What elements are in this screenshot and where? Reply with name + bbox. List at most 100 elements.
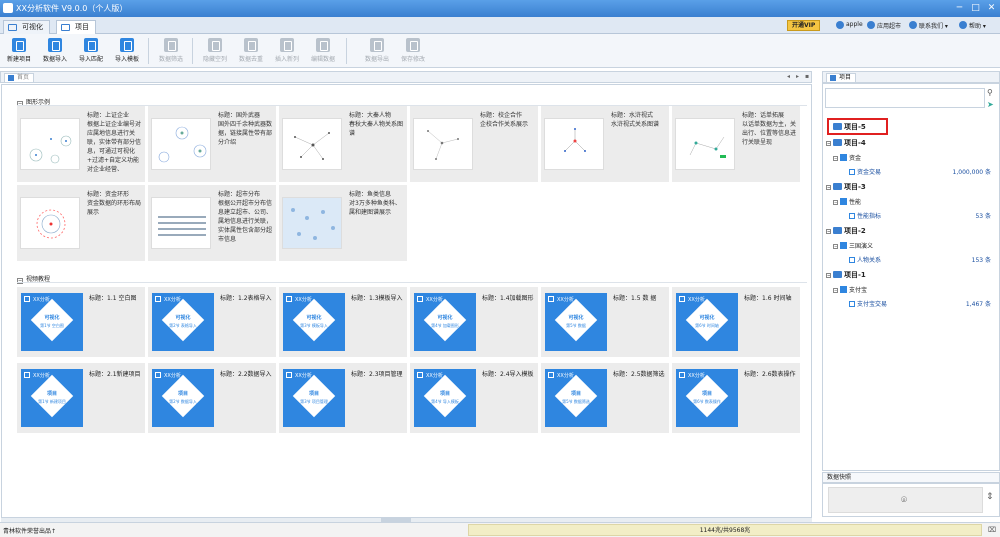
record-count: 1,467 条 <box>965 301 991 308</box>
video-card-1-6[interactable]: XX分析 可视化 第6节 时间轴 标题：1.6 时间轴 <box>672 287 800 357</box>
video-card-1-3[interactable]: XX分析 可视化 第3节 模板导入 标题：1.3模板导入 <box>279 287 407 357</box>
tab-visualization[interactable]: 可视化 <box>3 20 50 34</box>
project-panel-header: 项目 <box>822 71 1000 83</box>
user-link[interactable]: apple <box>836 21 863 29</box>
graph-thumbnail <box>20 197 80 249</box>
video-card-1-5[interactable]: XX分析 可视化 第5节 数据 标题：1.5 数 据 <box>541 287 669 357</box>
app-market-link[interactable]: 应用超市 <box>867 21 901 30</box>
graph-card-qin[interactable]: 标题：大秦人物 春秋大秦人物关系图谱 <box>279 106 407 182</box>
new-project-icon <box>12 38 26 52</box>
tree-table-fund-transactions[interactable]: 资金交易 <box>849 167 881 176</box>
edit-data-icon <box>316 38 330 52</box>
video-card-2-2[interactable]: XX分析 项目 第2节 数据导入 标题：2.2数据导入 <box>148 363 276 433</box>
video-card-2-3[interactable]: XX分析 项目 第3节 项目管理 标题：2.3项目管理 <box>279 363 407 433</box>
graph-card-fund-ring[interactable]: 标题：资金环形 资金数据的环形布局展示 <box>17 185 145 261</box>
scroll-left-button[interactable]: ◂ <box>787 73 790 80</box>
export-button[interactable]: 数据导出 <box>360 36 394 63</box>
tab-home[interactable]: 首页 <box>4 73 35 83</box>
hide-empty-columns-button[interactable]: 隐藏空列 <box>198 36 232 63</box>
graph-card-weapons[interactable]: 标题：国外武器 国外四千余种武器数据，链接属性带有部分介绍 <box>148 106 276 182</box>
collapse-icon[interactable]: − <box>833 200 838 205</box>
tree-project-1[interactable]: − 项目-1 <box>826 270 866 280</box>
tab-project-panel[interactable]: 项目 <box>826 73 857 83</box>
project-search-input[interactable] <box>825 88 985 108</box>
insert-column-button[interactable]: 插入新列 <box>270 36 304 63</box>
tree-folder-three-kingdoms[interactable]: − 三国演义 <box>833 241 873 250</box>
contact-link[interactable]: 联系我们 ▾ <box>909 21 948 30</box>
video-title: 标题：1.1 空白图 <box>89 295 137 302</box>
minimize-button[interactable]: ─ <box>952 1 967 15</box>
tree-folder-performance[interactable]: − 性能 <box>833 197 861 206</box>
scroll-right-button[interactable]: ▸ <box>796 73 799 80</box>
video-card-2-4[interactable]: XX分析 项目 第4节 导入模板 标题：2.4导入模板 <box>410 363 538 433</box>
collapse-icon[interactable]: − <box>826 185 831 190</box>
graph-card-water-margin[interactable]: 标题：水浒视式 水浒视式关系图谱 <box>541 106 669 182</box>
table-label: 支付宝交易 <box>857 301 888 308</box>
video-card-1-2[interactable]: XX分析 可视化 第2节 表格导入 标题：1.2表格导入 <box>148 287 276 357</box>
logo-icon <box>286 296 292 302</box>
tree-table-alipay-transactions[interactable]: 支付宝交易 <box>849 299 887 308</box>
save-button[interactable]: 保存修改 <box>396 36 430 63</box>
import-match-button[interactable]: 导入匹配 <box>74 36 108 63</box>
graph-card-fish[interactable]: 标题：鱼类信息 对3万多种鱼类科、属和建图谱展示 <box>279 185 407 261</box>
thumb-title: 项目 <box>439 391 450 397</box>
card-title: 标题：水浒视式 <box>611 112 654 119</box>
tree-project-2[interactable]: − 项目-2 <box>826 226 866 236</box>
graph-card-supermarket[interactable]: 标题：超市分布 根据公开超市分布信息建立超市、公司、属地信息进行关联，实体属性包含… <box>148 185 276 261</box>
tree-project-4[interactable]: − 项目-4 <box>826 138 866 148</box>
dedupe-button[interactable]: 数据去重 <box>234 36 268 63</box>
close-button[interactable]: ✕ <box>984 1 999 15</box>
maximize-button[interactable]: □ <box>968 1 983 15</box>
tree-table-performance-metrics[interactable]: 性能指标 <box>849 211 881 220</box>
trash-icon[interactable]: ⌧ <box>988 526 996 534</box>
video-card-1-4[interactable]: XX分析 可视化 第4节 加载图形 标题：1.4加载图形 <box>410 287 538 357</box>
toolbar: 新建项目 数据导入 导入匹配 导入模板 数据筛选 隐藏空列 数据去重 插入新列 … <box>0 34 1000 68</box>
logo-icon <box>548 372 554 378</box>
data-import-button[interactable]: 数据导入 <box>38 36 72 63</box>
new-project-button[interactable]: 新建项目 <box>2 36 36 63</box>
collapse-icon[interactable]: − <box>833 156 838 161</box>
camera-icon[interactable]: ⌾ <box>901 495 907 506</box>
graph-card-call-records[interactable]: 标题：话单拓展 以话单数据为主，关出行、位置等信息进行关联呈现 <box>672 106 800 182</box>
video-card-2-6[interactable]: XX分析 项目 第6节 数表操作 标题：2.6数表操作 <box>672 363 800 433</box>
logo-icon <box>155 372 161 378</box>
collapse-icon[interactable]: − <box>826 141 831 146</box>
dedupe-icon <box>244 38 258 52</box>
import-template-icon <box>120 38 134 52</box>
section-divider <box>17 282 807 283</box>
tab-project[interactable]: 项目 <box>56 20 96 34</box>
tab-label: 可视化 <box>22 23 43 31</box>
vip-button[interactable]: 开通VIP <box>787 20 821 31</box>
tree-table-character-relations[interactable]: 人物关系 <box>849 255 881 264</box>
tab-menu-button[interactable]: ▪ <box>805 73 809 80</box>
tree-project-5[interactable]: 项目-5 <box>833 122 866 132</box>
record-count: 153 条 <box>971 257 991 264</box>
video-card-2-1[interactable]: XX分析 项目 第1节 新建项目 标题：2.1新建项目 <box>17 363 145 433</box>
video-card-1-1[interactable]: XX分析 可视化 第1节 空白图 标题：1.1 空白图 <box>17 287 145 357</box>
tree-folder-alipay[interactable]: − 支付宝 <box>833 285 867 294</box>
import-template-button[interactable]: 导入模板 <box>110 36 144 63</box>
tree-folder-funds[interactable]: − 资金 <box>833 153 861 162</box>
edit-data-button[interactable]: 编辑数据 <box>306 36 340 63</box>
logo-icon <box>679 296 685 302</box>
card-description: 以话单数据为主，关出行、位置等信息进行关联呈现 <box>742 121 797 146</box>
collapse-icon[interactable]: − <box>826 273 831 278</box>
video-card-2-5[interactable]: XX分析 项目 第5节 数据筛选 标题：2.5数据筛选 <box>541 363 669 433</box>
search-icon[interactable]: ⚲ <box>987 88 993 97</box>
graph-card-shanghai[interactable]: 标题：上证企业 根据上证企业编号对应属地信息进行关联，实体带有部分信息，可通过可视… <box>17 106 145 182</box>
data-snapshot-panel: ⌾ ⇕ <box>822 483 1000 517</box>
collapse-icon[interactable]: − <box>833 288 838 293</box>
graph-card-school[interactable]: 标题：校企合作 企校合作关系展示 <box>410 106 538 182</box>
video-thumbnail: XX分析 项目 第3节 项目管理 <box>283 369 345 427</box>
collapse-icon[interactable]: − <box>833 244 838 249</box>
card-title: 标题：校企合作 <box>480 112 523 119</box>
locate-icon[interactable]: ➤ <box>987 100 994 109</box>
collapse-icon[interactable]: − <box>826 229 831 234</box>
filter-button[interactable]: 数据筛选 <box>154 36 188 63</box>
project-icon <box>833 123 842 130</box>
tree-project-3[interactable]: − 项目-3 <box>826 182 866 192</box>
table-icon <box>849 169 855 175</box>
help-link[interactable]: 帮助 ▾ <box>959 21 986 30</box>
expand-icon[interactable]: ⇕ <box>986 492 994 502</box>
button-label: 导入模板 <box>114 56 139 63</box>
